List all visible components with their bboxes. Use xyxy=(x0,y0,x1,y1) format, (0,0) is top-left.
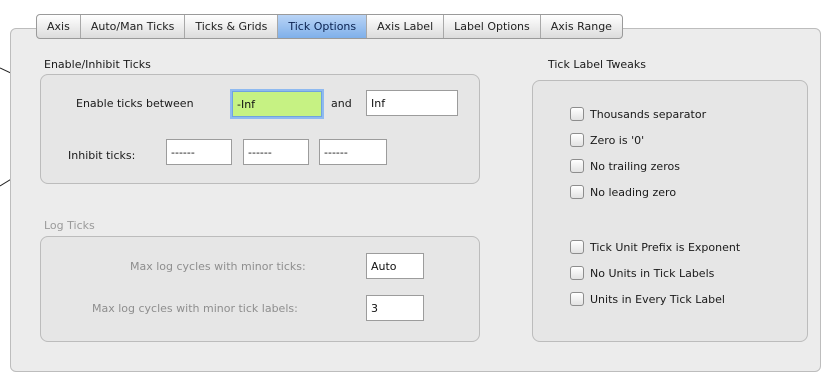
inhibit-ticks-label: Inhibit ticks: xyxy=(68,149,136,162)
checkbox-label: Thousands separator xyxy=(590,107,707,121)
checkbox-box[interactable] xyxy=(570,240,584,254)
inhibit-field-2[interactable] xyxy=(243,139,309,165)
tab-bar: Axis Auto/Man Ticks Ticks & Grids Tick O… xyxy=(36,14,623,39)
max-minor-ticks-field[interactable] xyxy=(366,253,424,279)
enable-to-field[interactable] xyxy=(366,90,458,116)
checkbox-no-units-in-tick-labels[interactable]: No Units in Tick Labels xyxy=(570,266,714,280)
checkbox-label: No trailing zeros xyxy=(590,159,680,173)
tab-axis[interactable]: Axis xyxy=(37,15,81,38)
checkbox-no-trailing-zeros[interactable]: No trailing zeros xyxy=(570,159,680,173)
max-minor-labels-field[interactable] xyxy=(366,295,424,321)
checkbox-label: No leading zero xyxy=(590,185,677,199)
checkbox-box[interactable] xyxy=(570,292,584,306)
checkbox-label: No Units in Tick Labels xyxy=(590,266,715,280)
checkbox-label: Zero is '0' xyxy=(590,133,645,147)
checkbox-units-in-every-tick-label[interactable]: Units in Every Tick Label xyxy=(570,292,725,306)
checkbox-thousands-separator[interactable]: Thousands separator xyxy=(570,107,706,121)
inhibit-field-1[interactable] xyxy=(166,139,232,165)
checkbox-box[interactable] xyxy=(570,266,584,280)
tab-ticks-grids[interactable]: Ticks & Grids xyxy=(185,15,279,38)
checkbox-box[interactable] xyxy=(570,107,584,121)
tab-axis-label[interactable]: Axis Label xyxy=(367,15,445,38)
max-minor-ticks-label: Max log cycles with minor ticks: xyxy=(130,260,306,273)
checkbox-box[interactable] xyxy=(570,133,584,147)
checkbox-label: Tick Unit Prefix is Exponent xyxy=(590,240,741,254)
tab-label-options[interactable]: Label Options xyxy=(444,15,541,38)
checkbox-box[interactable] xyxy=(570,159,584,173)
and-label: and xyxy=(331,97,352,110)
max-minor-labels-label: Max log cycles with minor tick labels: xyxy=(92,302,298,315)
checkbox-tick-unit-prefix-exponent[interactable]: Tick Unit Prefix is Exponent xyxy=(570,240,740,254)
tab-auto-man-ticks[interactable]: Auto/Man Ticks xyxy=(81,15,186,38)
checkbox-no-leading-zero[interactable]: No leading zero xyxy=(570,185,676,199)
checkbox-box[interactable] xyxy=(570,185,584,199)
inhibit-field-3[interactable] xyxy=(319,139,387,165)
enable-inhibit-title: Enable/Inhibit Ticks xyxy=(44,58,151,71)
checkbox-label: Units in Every Tick Label xyxy=(590,292,725,306)
enable-from-field[interactable] xyxy=(232,91,322,117)
tick-label-tweaks-title: Tick Label Tweaks xyxy=(548,58,647,71)
enable-ticks-label: Enable ticks between xyxy=(76,97,194,110)
tab-tick-options[interactable]: Tick Options xyxy=(278,15,368,38)
checkbox-zero-is-0[interactable]: Zero is '0' xyxy=(570,133,644,147)
log-ticks-title: Log Ticks xyxy=(44,219,95,232)
log-ticks-group xyxy=(40,236,480,342)
tab-axis-range[interactable]: Axis Range xyxy=(541,15,622,38)
